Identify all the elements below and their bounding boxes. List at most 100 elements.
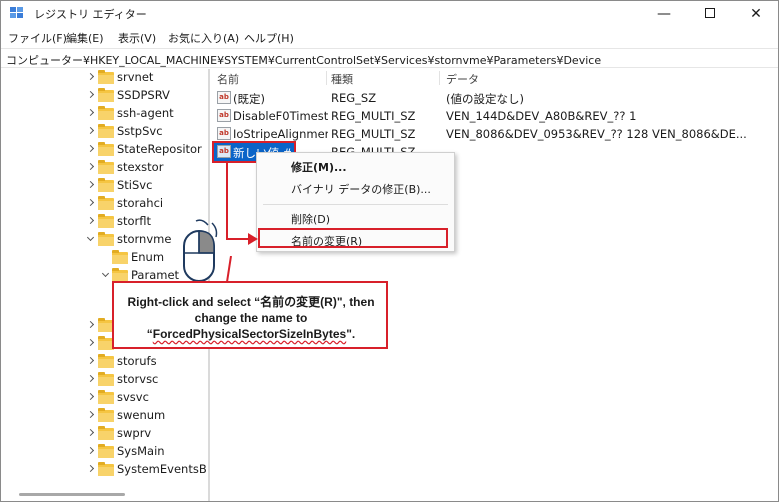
menu-help[interactable]: ヘルプ(H) (244, 30, 294, 46)
folder-icon (98, 88, 114, 102)
chevron-right-icon[interactable] (86, 72, 96, 82)
chevron-right-icon[interactable] (86, 198, 96, 208)
chevron-right-icon[interactable] (86, 216, 96, 226)
address-path[interactable]: コンピューター¥HKEY_LOCAL_MACHINE¥SYSTEM¥Curren… (6, 52, 601, 68)
tree-item-label: stexstor (117, 160, 164, 174)
arrow-right-icon (248, 233, 258, 245)
close-button[interactable]: ✕ (733, 1, 778, 27)
instruction-callout: Right-click and select “名前の変更(R)", then … (112, 281, 388, 349)
value-data: VEN_8086&DEV_0953&REV_?? 128 VEN_8086&DE… (446, 127, 747, 141)
tree-item-label: storahci (117, 196, 164, 210)
window-title: レジストリ エディター (34, 8, 147, 21)
tree-item-label: stornvme (117, 232, 172, 246)
column-header-name[interactable]: 名前 (217, 71, 239, 87)
menu-item-modify-binary[interactable]: バイナリ データの修正(B)... (257, 178, 454, 198)
key-tree[interactable]: srvnet SSDPSRV ssh-agent SstpSvc StateRe… (1, 69, 208, 491)
scrollbar-thumb[interactable] (19, 493, 125, 496)
chevron-right-icon[interactable] (86, 180, 96, 190)
maximize-button[interactable] (687, 1, 733, 27)
folder-icon (98, 354, 114, 368)
folder-icon (98, 426, 114, 440)
tree-item-label: swprv (117, 426, 152, 440)
string-value-icon: ab (217, 91, 231, 104)
chevron-right-icon[interactable] (86, 374, 96, 384)
title-bar: レジストリ エディター — ✕ (1, 1, 778, 27)
folder-icon (98, 142, 114, 156)
tree-item-label: svsvc (117, 390, 149, 404)
tree-item-label: storvsc (117, 372, 159, 386)
folder-icon (98, 232, 114, 246)
chevron-right-icon[interactable] (86, 464, 96, 474)
folder-icon (98, 124, 114, 138)
chevron-right-icon[interactable] (86, 162, 96, 172)
callout-line-2: change the name to (194, 311, 308, 325)
value-name: (既定) (233, 92, 265, 106)
folder-icon (98, 444, 114, 458)
callout-quote-close: ". (346, 327, 356, 341)
tree-item-label: storflt (117, 214, 152, 228)
tree-item-label: storufs (117, 354, 157, 368)
tree-item-label: ssh-agent (117, 106, 174, 120)
menu-file[interactable]: ファイル(F) (8, 30, 67, 46)
chevron-right-icon[interactable] (86, 356, 96, 366)
chevron-right-icon[interactable] (86, 428, 96, 438)
value-name: IoStripeAlignment (233, 127, 328, 141)
maximize-icon (705, 8, 715, 18)
menu-separator (263, 204, 448, 205)
chevron-right-icon[interactable] (86, 338, 96, 348)
menu-item-label: バイナリ データの修正(B)... (291, 183, 431, 196)
folder-icon (98, 372, 114, 386)
column-header-type[interactable]: 種類 (331, 71, 353, 87)
value-row-default[interactable]: ab (既定) REG_SZ (値の設定なし) (211, 89, 778, 107)
chevron-right-icon[interactable] (86, 320, 96, 330)
folder-icon (98, 196, 114, 210)
value-type: REG_MULTI_SZ (331, 127, 416, 141)
rename-highlight (258, 228, 448, 248)
chevron-right-icon[interactable] (86, 144, 96, 154)
value-data: VEN_144D&DEV_A80B&REV_?? 1 (446, 109, 637, 123)
tree-item-label: SstpSvc (117, 124, 163, 138)
tree-item-label: StiSvc (117, 178, 153, 192)
chevron-down-icon[interactable] (101, 271, 111, 281)
registry-editor-window: レジストリ エディター — ✕ ファイル(F) 編集(E) 表示(V) お気に入… (0, 0, 779, 502)
chevron-down-icon[interactable] (86, 235, 96, 245)
tree-item-label: SSDPSRV (117, 88, 170, 102)
menu-item-delete[interactable]: 削除(D) (257, 208, 454, 228)
string-value-icon: ab (217, 127, 231, 140)
value-type: REG_SZ (331, 91, 377, 105)
chevron-right-icon[interactable] (86, 126, 96, 136)
chevron-right-icon[interactable] (86, 392, 96, 402)
folder-icon (112, 250, 128, 264)
column-separator[interactable] (326, 71, 327, 85)
registry-editor-icon (10, 7, 26, 21)
address-bar[interactable]: コンピューター¥HKEY_LOCAL_MACHINE¥SYSTEM¥Curren… (1, 48, 778, 68)
tree-horizontal-scrollbar[interactable] (1, 491, 208, 501)
column-header-data[interactable]: データ (446, 71, 479, 87)
folder-icon (98, 390, 114, 404)
folder-icon (98, 70, 114, 84)
column-separator[interactable] (439, 71, 440, 85)
menu-item-label: 修正(M)... (291, 161, 347, 174)
menu-favorites[interactable]: お気に入り(A) (168, 30, 239, 46)
minimize-icon: — (657, 6, 671, 22)
value-row-iostripealignment[interactable]: ab IoStripeAlignment REG_MULTI_SZ VEN_80… (211, 125, 778, 143)
connector-line (226, 163, 228, 239)
tree-item-label: SystemEventsB (117, 462, 207, 476)
chevron-right-icon[interactable] (86, 410, 96, 420)
menu-edit[interactable]: 編集(E) (66, 30, 104, 46)
string-value-icon: ab (217, 109, 231, 122)
callout-line-1: Right-click and select “名前の変更(R)", then (127, 295, 375, 309)
value-row-disablef0timestamp[interactable]: ab DisableF0Timest... REG_MULTI_SZ VEN_1… (211, 107, 778, 125)
folder-icon (98, 214, 114, 228)
minimize-button[interactable]: — (641, 1, 687, 27)
chevron-right-icon[interactable] (86, 446, 96, 456)
close-icon: ✕ (750, 6, 762, 22)
chevron-right-icon[interactable] (86, 108, 96, 118)
tree-item-label: srvnet (117, 70, 154, 84)
tree-item-label: Enum (131, 250, 165, 264)
menu-view[interactable]: 表示(V) (118, 30, 156, 46)
chevron-right-icon[interactable] (86, 90, 96, 100)
callout-value-name: ForcedPhysicalSectorSizeInBytes (152, 327, 347, 341)
menu-item-modify[interactable]: 修正(M)... (257, 156, 454, 176)
value-data: (値の設定なし) (446, 92, 524, 106)
